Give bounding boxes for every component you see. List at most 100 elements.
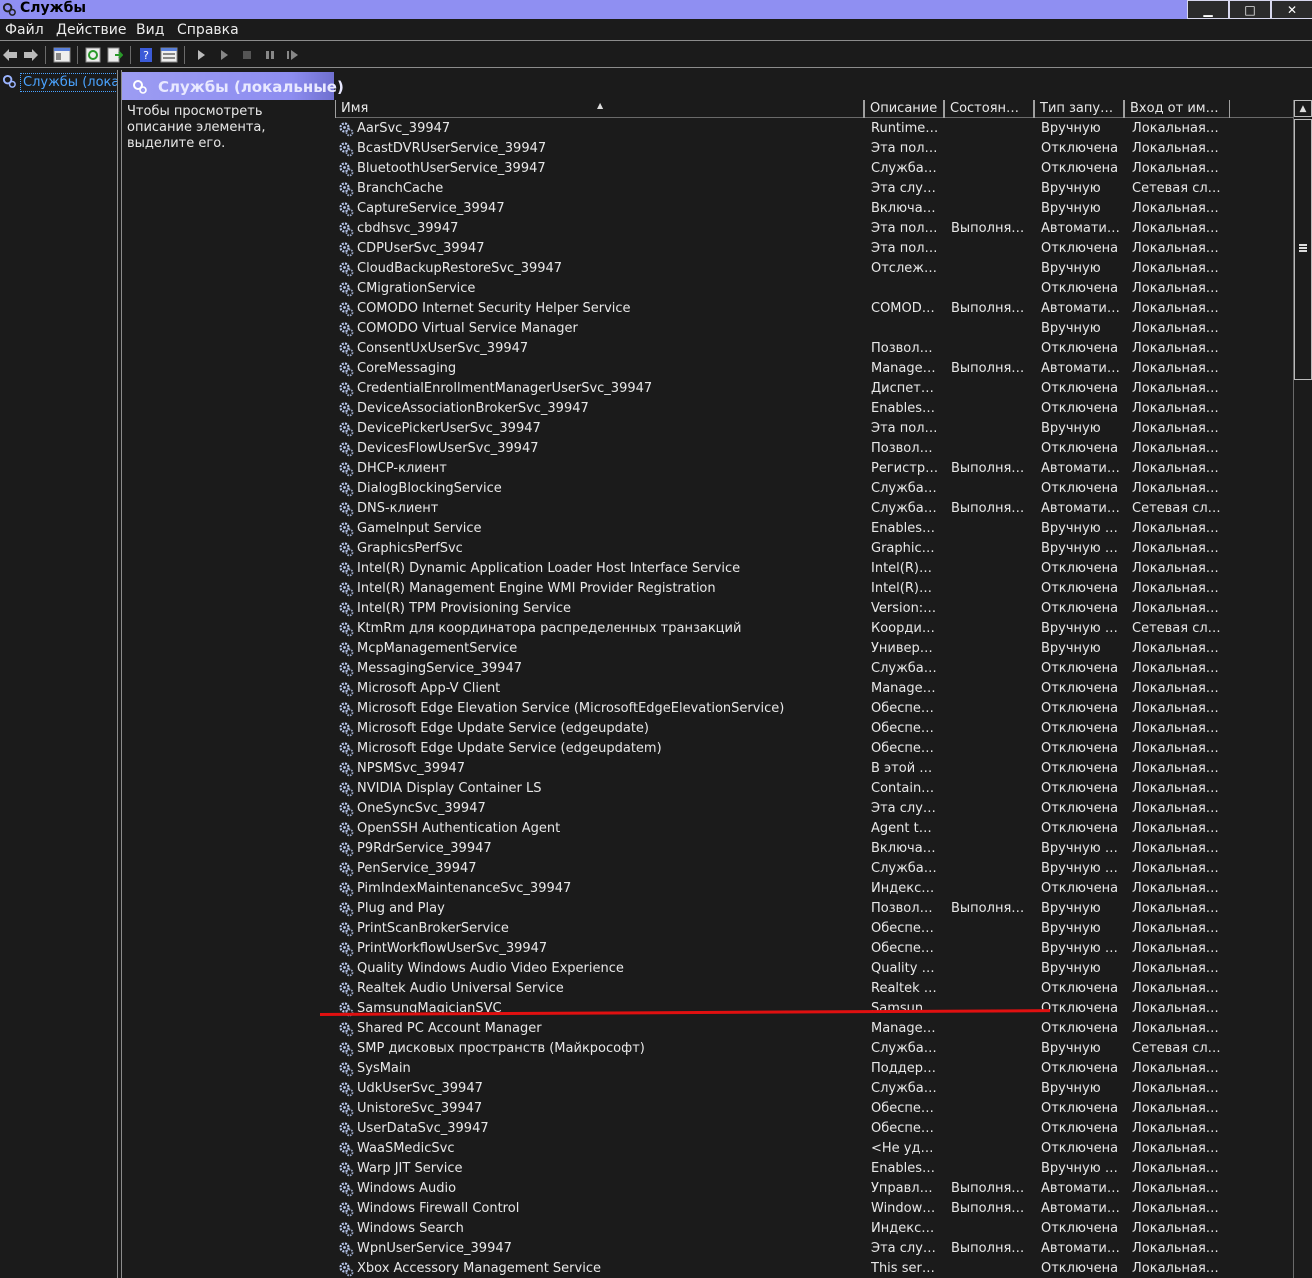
table-row[interactable]: UdkUserSvc_39947 Служба… Вручную Локальная… (335, 1079, 1293, 1099)
table-row[interactable]: PimIndexMaintenanceSvc_39947 Индекс… Отклю… (335, 879, 1293, 899)
table-row[interactable]: SMP дисковых пространств (Майкрософт) Слу… (335, 1039, 1293, 1059)
table-row[interactable]: PrintWorkflowUserSvc_39947 Обеспе… Вручную… (335, 939, 1293, 959)
table-row[interactable]: Shared PC Account Manager Manage… Отключен… (335, 1019, 1293, 1039)
table-row[interactable]: OpenSSH Authentication Agent Agent t… Откл… (335, 819, 1293, 839)
table-row[interactable]: Warp JIT Service Enables… Вручную … Локальн… (335, 1159, 1293, 1179)
table-row[interactable]: Intel(R) Management Engine WMI Provider … (335, 579, 1293, 599)
table-row[interactable]: PenService_39947 Служба… Вручную … Локальна… (335, 859, 1293, 879)
table-row[interactable]: Windows Audio Управл… Выполня… Автомати… Лок… (335, 1179, 1293, 1199)
start-service-alt-button[interactable] (215, 46, 233, 64)
menu-help[interactable]: Справка (177, 21, 239, 39)
table-row[interactable]: Microsoft App-V Client Manage… Отключена Ло… (335, 679, 1293, 699)
table-row[interactable]: DeviceAssociationBrokerSvc_39947 Enables…… (335, 399, 1293, 419)
table-row[interactable]: ConsentUxUserSvc_39947 Позвол… Отключена Ло… (335, 339, 1293, 359)
table-row[interactable]: P9RdrService_39947 Включа… Вручную … Локаль… (335, 839, 1293, 859)
table-row[interactable]: Microsoft Edge Update Service (edgeupdat… (335, 739, 1293, 759)
service-state (951, 859, 1031, 879)
table-row[interactable]: WaaSMedicSvc <Не уд… Отключена Локальная… (335, 1139, 1293, 1159)
table-row[interactable]: BluetoothUserService_39947 Служба… Отключе… (335, 159, 1293, 179)
service-logon-as: Локальная… (1132, 141, 1219, 156)
column-header-state[interactable]: Состоян… (944, 100, 1034, 118)
table-row[interactable]: UserDataSvc_39947 Обеспе… Отключена Локальн… (335, 1119, 1293, 1139)
stop-service-button[interactable] (238, 46, 256, 64)
table-row[interactable]: cbdhsvc_39947 Эта пол… Выполня… Автомати… Ло… (335, 219, 1293, 239)
export-list-button[interactable] (106, 46, 124, 64)
table-row[interactable]: MessagingService_39947 Служба… Отключена Ло… (335, 659, 1293, 679)
help-button[interactable]: ? (137, 46, 155, 64)
services-table: Имя ▲ Описание Состоян… Тип запу… Вход о… (335, 100, 1293, 1278)
column-header-logon-as[interactable]: Вход от им… (1124, 100, 1230, 118)
restart-service-button[interactable] (284, 46, 302, 64)
service-state (951, 959, 1031, 979)
table-row[interactable]: SamsungMagicianSVC Samsun… Отключена Локаль… (335, 999, 1293, 1019)
table-row[interactable]: CredentialEnrollmentManagerUserSvc_39947… (335, 379, 1293, 399)
show-console-tree-button[interactable] (53, 46, 71, 64)
menu-file[interactable]: Файл (5, 21, 44, 39)
table-row[interactable]: SysMain Поддер… Отключена Локальная… (335, 1059, 1293, 1079)
table-row[interactable]: CoreMessaging Manage… Выполня… Автомати… Лок… (335, 359, 1293, 379)
table-row[interactable]: BranchCache Эта слу… Вручную Сетевая сл… (335, 179, 1293, 199)
pause-service-button[interactable] (261, 46, 279, 64)
service-name: COMODO Internet Security Helper Service (357, 301, 631, 316)
table-row[interactable]: WpnUserService_39947 Эта слу… Выполня… Авто… (335, 1239, 1293, 1259)
tree-item-services-local[interactable]: Службы (лока (0, 72, 117, 92)
table-row[interactable]: DialogBlockingService Служба… Отключена Лок… (335, 479, 1293, 499)
table-row[interactable]: McpManagementService Универ… Вручную Локаль… (335, 639, 1293, 659)
table-row[interactable]: Realtek Audio Universal Service Realtek …… (335, 979, 1293, 999)
service-description: Version:… (871, 601, 937, 616)
service-logon-as: Локальная… (1132, 241, 1219, 256)
column-header-startup-type[interactable]: Тип запу… (1034, 100, 1124, 118)
menu-view[interactable]: Вид (136, 21, 164, 39)
table-row[interactable]: CloudBackupRestoreSvc_39947 Отслеж… Вручну… (335, 259, 1293, 279)
back-button[interactable] (1, 46, 19, 64)
menu-action[interactable]: Действие (56, 21, 126, 39)
table-row[interactable]: Intel(R) Dynamic Application Loader Host… (335, 559, 1293, 579)
table-row[interactable]: GraphicsPerfSvc Graphic… Вручную … Локальна… (335, 539, 1293, 559)
maximize-button[interactable]: □ (1229, 0, 1271, 19)
table-row[interactable]: Plug and Play Позвол… Выполня… Вручную Локал… (335, 899, 1293, 919)
properties-button[interactable] (160, 46, 178, 64)
scroll-thumb[interactable] (1294, 119, 1312, 380)
service-name: GraphicsPerfSvc (357, 541, 463, 556)
table-row[interactable]: AarSvc_39947 Runtime… Вручную Локальная… (335, 119, 1293, 139)
table-row[interactable]: GameInput Service Enables… Вручную … Локаль… (335, 519, 1293, 539)
table-row[interactable]: COMODO Internet Security Helper Service C… (335, 299, 1293, 319)
scroll-up-button[interactable]: ▲ (1294, 100, 1312, 117)
service-startup-type: Отключена (1041, 1001, 1119, 1016)
minimize-button[interactable]: ▁ (1187, 0, 1229, 19)
table-row[interactable]: CDPUserSvc_39947 Эта пол… Отключена Локальн… (335, 239, 1293, 259)
table-row[interactable]: UnistoreSvc_39947 Обеспе… Отключена Локальн… (335, 1099, 1293, 1119)
table-row[interactable]: CaptureService_39947 Включа… Вручную Локаль… (335, 199, 1293, 219)
service-description (871, 319, 943, 339)
close-button[interactable]: ✕ (1271, 0, 1312, 19)
table-row[interactable]: OneSyncSvc_39947 Эта слу… Отключена Локальн… (335, 799, 1293, 819)
table-row[interactable]: COMODO Virtual Service Manager Вручную Лок… (335, 319, 1293, 339)
table-row[interactable]: DevicesFlowUserSvc_39947 Позвол… Отключена… (335, 439, 1293, 459)
table-row[interactable]: BcastDVRUserService_39947 Эта пол… Отключе… (335, 139, 1293, 159)
table-row[interactable]: CMigrationService Отключена Локальная… (335, 279, 1293, 299)
service-name: BcastDVRUserService_39947 (357, 141, 547, 156)
service-logon-as: Сетевая сл… (1132, 621, 1221, 636)
table-row[interactable]: Xbox Accessory Management Service This se… (335, 1259, 1293, 1278)
service-name: NPSMSvc_39947 (357, 761, 465, 776)
table-row[interactable]: DNS-клиент Служба… Выполня… Автомати… Сетева… (335, 499, 1293, 519)
table-row[interactable]: DevicePickerUserSvc_39947 Эта пол… Вручную… (335, 419, 1293, 439)
vertical-scrollbar[interactable]: ▲ (1293, 100, 1312, 1278)
table-row[interactable]: Intel(R) TPM Provisioning Service Version… (335, 599, 1293, 619)
table-row[interactable]: NPSMSvc_39947 В этой … Отключена Локальная… (335, 759, 1293, 779)
start-service-button[interactable] (192, 46, 210, 64)
table-row[interactable]: DHCP-клиент Регистр… Выполня… Автомати… Лока… (335, 459, 1293, 479)
table-row[interactable]: PrintScanBrokerService Обеспе… Вручную Лока… (335, 919, 1293, 939)
table-row[interactable]: NVIDIA Display Container LS Contain… Отклю… (335, 779, 1293, 799)
table-row[interactable]: Microsoft Edge Update Service (edgeupdat… (335, 719, 1293, 739)
table-row[interactable]: Quality Windows Audio Video Experience Qu… (335, 959, 1293, 979)
table-row[interactable]: KtmRm для координатора распределенных тр… (335, 619, 1293, 639)
table-row[interactable]: Microsoft Edge Elevation Service (Micros… (335, 699, 1293, 719)
table-row[interactable]: Windows Firewall Control Window… Выполня… А… (335, 1199, 1293, 1219)
service-name: Windows Search (357, 1221, 464, 1236)
column-header-description[interactable]: Описание (864, 100, 944, 118)
refresh-button[interactable] (84, 46, 102, 64)
service-name: UnistoreSvc_39947 (357, 1101, 483, 1116)
forward-button[interactable] (22, 46, 40, 64)
table-row[interactable]: Windows Search Индекс… Отключена Локальная… (335, 1219, 1293, 1239)
